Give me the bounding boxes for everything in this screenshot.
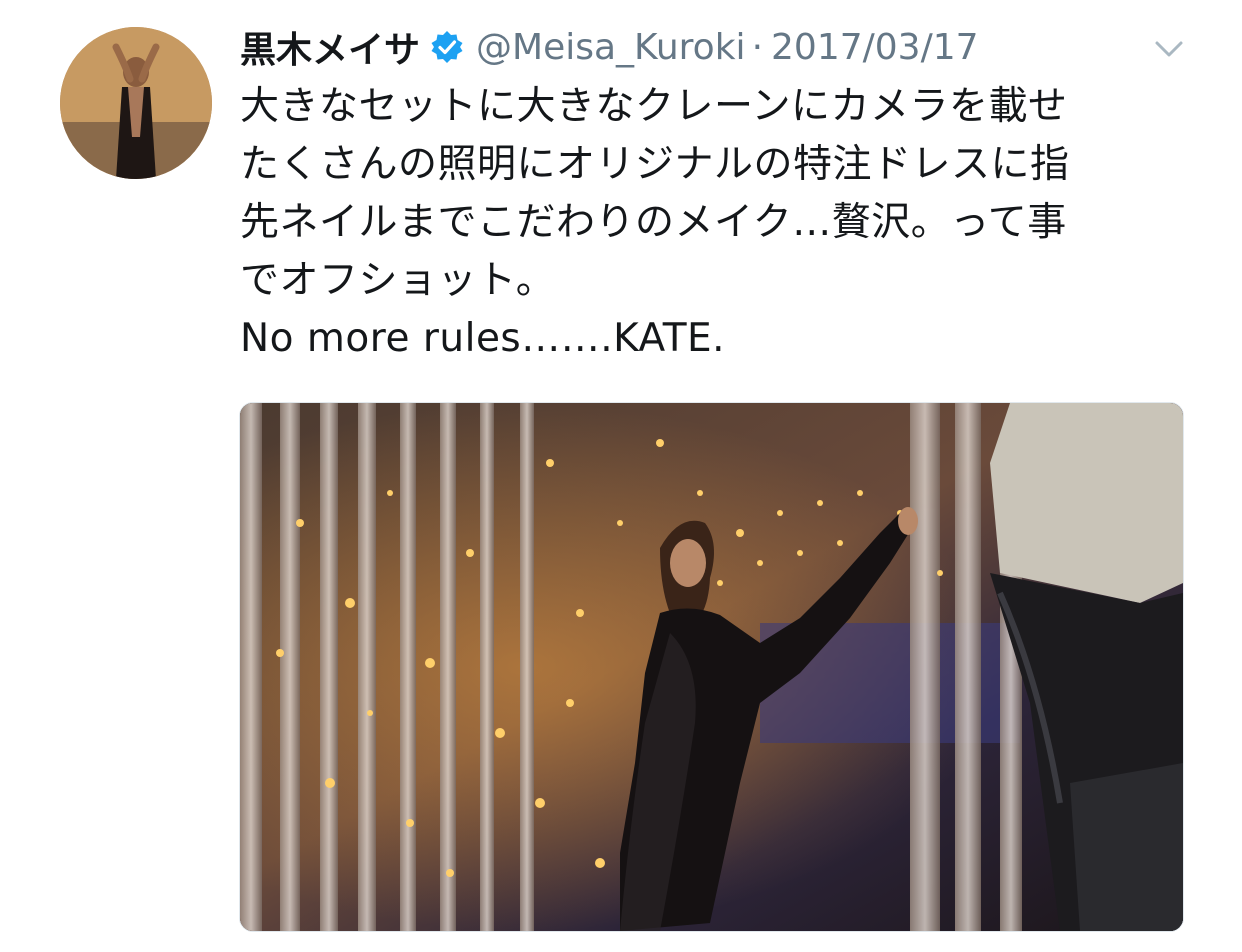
- user-handle[interactable]: @Meisa_Kuroki: [476, 27, 746, 68]
- tweet-text: 大きなセットに大きなクレーンにカメラを載せ たくさんの照明にオリジナルの特注ドレ…: [240, 78, 1200, 368]
- separator-dot: ·: [751, 26, 764, 68]
- tweet-header: 黒木メイサ @Meisa_Kuroki · 2017/03/17: [240, 20, 979, 74]
- avatar-image: [60, 27, 212, 179]
- tweet-text-line: 先ネイルまでこだわりのメイク…贅沢。って事: [240, 200, 1067, 245]
- tweet-date[interactable]: 2017/03/17: [771, 27, 979, 68]
- avatar[interactable]: [60, 27, 212, 179]
- tweet: 黒木メイサ @Meisa_Kuroki · 2017/03/17 大きなセットに…: [0, 0, 1242, 952]
- display-name[interactable]: 黒木メイサ: [240, 21, 420, 73]
- tweet-text-line: たくさんの照明にオリジナルの特注ドレスに指: [240, 142, 1070, 187]
- verified-badge-icon: [430, 30, 464, 64]
- tweet-photo[interactable]: [239, 402, 1184, 932]
- chevron-down-icon[interactable]: [1152, 36, 1186, 62]
- photo-content: [240, 403, 1183, 931]
- tweet-text-line: でオフショット。: [240, 258, 556, 303]
- tweet-text-line: No more rules…….KATE.: [240, 316, 726, 361]
- tweet-text-line: 大きなセットに大きなクレーンにカメラを載せ: [240, 84, 1068, 129]
